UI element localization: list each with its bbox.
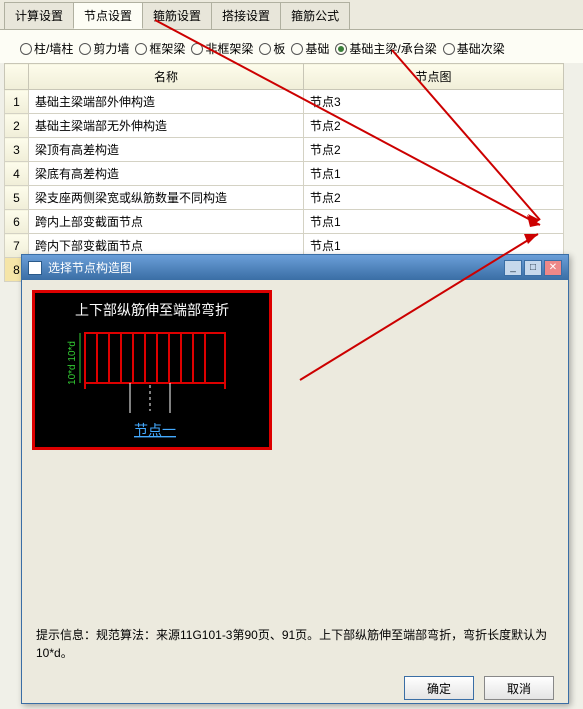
- table-row[interactable]: 6跨内上部变截面节点节点1: [5, 210, 564, 234]
- row-node-value: 节点1: [310, 239, 341, 253]
- radio-icon: [135, 43, 147, 55]
- row-number: 5: [5, 186, 29, 210]
- dialog-title-text: 选择节点构造图: [48, 259, 132, 276]
- row-name: 基础主梁端部外伸构造: [29, 90, 304, 114]
- radio-label: 非框架梁: [205, 40, 253, 57]
- tab-calc-settings[interactable]: 计算设置: [4, 2, 74, 29]
- cancel-button[interactable]: 取消: [484, 676, 554, 700]
- table-row[interactable]: 3梁顶有高差构造节点2: [5, 138, 564, 162]
- row-number: 2: [5, 114, 29, 138]
- radio-7[interactable]: 基础次梁: [443, 40, 505, 57]
- app-icon: [28, 261, 42, 275]
- row-node-value: 节点2: [310, 119, 341, 133]
- radio-icon: [335, 43, 347, 55]
- table-row[interactable]: 1基础主梁端部外伸构造节点3: [5, 90, 564, 114]
- row-node-value: 节点1: [310, 215, 341, 229]
- radio-icon: [79, 43, 91, 55]
- radio-label: 基础次梁: [457, 40, 505, 57]
- row-number: 6: [5, 210, 29, 234]
- radio-icon: [259, 43, 271, 55]
- diagram-title-text: 上下部纵筋伸至端部弯折: [75, 302, 229, 318]
- svg-text:节点一: 节点一: [134, 422, 176, 438]
- radio-1[interactable]: 剪力墙: [79, 40, 129, 57]
- row-name: 梁顶有高差构造: [29, 138, 304, 162]
- row-number: 4: [5, 162, 29, 186]
- row-node-value: 节点2: [310, 191, 341, 205]
- row-node-cell[interactable]: 节点2: [304, 186, 564, 210]
- dialog-titlebar[interactable]: 选择节点构造图 _ □ ✕: [22, 255, 568, 280]
- row-name: 梁支座两侧梁宽或纵筋数量不同构造: [29, 186, 304, 210]
- row-number: 3: [5, 138, 29, 162]
- table-row[interactable]: 2基础主梁端部无外伸构造节点2: [5, 114, 564, 138]
- radio-icon: [191, 43, 203, 55]
- component-filter-row: 柱/墙柱 剪力墙 框架梁 非框架梁 板 基础 基础主梁/承台梁 基础次梁: [0, 30, 583, 63]
- radio-5[interactable]: 基础: [291, 40, 329, 57]
- tab-stirrup-settings[interactable]: 箍筋设置: [142, 2, 212, 29]
- row-node-value: 节点2: [310, 143, 341, 157]
- row-name: 基础主梁端部无外伸构造: [29, 114, 304, 138]
- row-name: 梁底有高差构造: [29, 162, 304, 186]
- minimize-button[interactable]: _: [504, 260, 522, 276]
- col-name: 名称: [29, 64, 304, 90]
- radio-label: 基础: [305, 40, 329, 57]
- row-node-cell[interactable]: 节点1: [304, 210, 564, 234]
- radio-label: 基础主梁/承台梁: [349, 40, 436, 57]
- row-node-cell[interactable]: 节点3: [304, 90, 564, 114]
- ok-button[interactable]: 确定: [404, 676, 474, 700]
- tab-bar: 计算设置 节点设置 箍筋设置 搭接设置 箍筋公式: [0, 0, 583, 30]
- table-row[interactable]: 5梁支座两侧梁宽或纵筋数量不同构造节点2: [5, 186, 564, 210]
- col-node: 节点图: [304, 64, 564, 90]
- radio-label: 柱/墙柱: [34, 40, 73, 57]
- row-number: 1: [5, 90, 29, 114]
- dialog-body: 上下部纵筋伸至端部弯折: [22, 280, 568, 620]
- row-name: 跨内上部变截面节点: [29, 210, 304, 234]
- svg-text:10*d 10*d: 10*d 10*d: [67, 341, 78, 385]
- dialog-hint-text: 提示信息：规范算法：来源11G101-3第90页、91页。上下部纵筋伸至端部弯折…: [22, 620, 568, 668]
- select-node-diagram-dialog: 选择节点构造图 _ □ ✕ 上下部纵筋伸至端部弯折: [21, 254, 569, 704]
- row-node-cell[interactable]: 节点2: [304, 138, 564, 162]
- tab-node-settings[interactable]: 节点设置: [73, 2, 143, 29]
- row-node-value: 节点3: [310, 95, 341, 109]
- radio-label: 板: [273, 40, 285, 57]
- radio-icon: [443, 43, 455, 55]
- node-table: 名称 节点图 1基础主梁端部外伸构造节点32基础主梁端部无外伸构造节点23梁顶有…: [4, 63, 564, 282]
- col-rownum: [5, 64, 29, 90]
- maximize-button[interactable]: □: [524, 260, 542, 276]
- radio-4[interactable]: 板: [259, 40, 285, 57]
- radio-0[interactable]: 柱/墙柱: [20, 40, 73, 57]
- radio-label: 剪力墙: [93, 40, 129, 57]
- radio-label: 框架梁: [149, 40, 185, 57]
- node-diagram-thumbnail[interactable]: 上下部纵筋伸至端部弯折: [32, 290, 272, 450]
- table-row[interactable]: 4梁底有高差构造节点1: [5, 162, 564, 186]
- radio-icon: [291, 43, 303, 55]
- row-node-cell[interactable]: 节点1: [304, 162, 564, 186]
- row-node-value: 节点1: [310, 167, 341, 181]
- tab-splice-settings[interactable]: 搭接设置: [211, 2, 281, 29]
- radio-6[interactable]: 基础主梁/承台梁: [335, 40, 436, 57]
- radio-3[interactable]: 非框架梁: [191, 40, 253, 57]
- row-node-cell[interactable]: 节点2: [304, 114, 564, 138]
- close-button[interactable]: ✕: [544, 260, 562, 276]
- radio-2[interactable]: 框架梁: [135, 40, 185, 57]
- radio-icon: [20, 43, 32, 55]
- tab-stirrup-formula[interactable]: 箍筋公式: [280, 2, 350, 29]
